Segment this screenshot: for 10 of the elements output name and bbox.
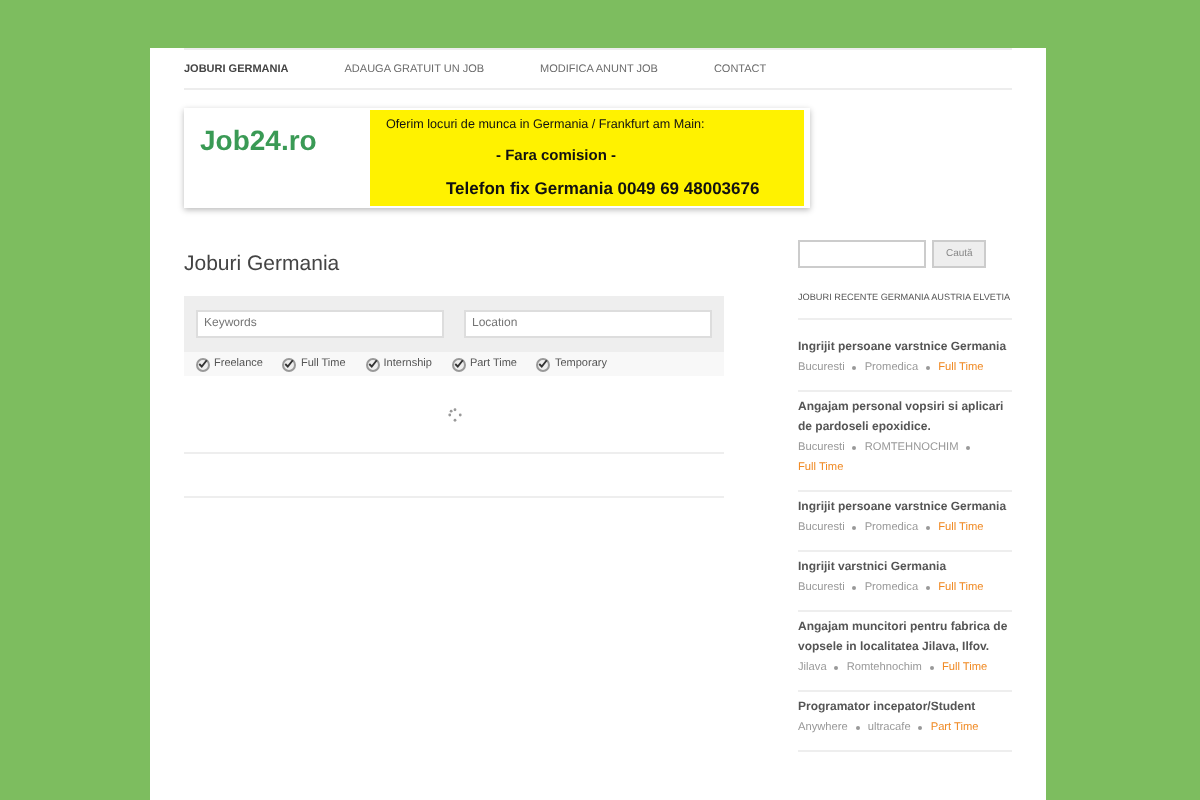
- search-field[interactable]: [798, 240, 926, 268]
- checkbox[interactable]: [536, 357, 551, 371]
- checkbox[interactable]: [365, 357, 380, 371]
- checkbox[interactable]: [196, 357, 210, 371]
- page-title: Joburi Germania: [184, 252, 342, 276]
- site-logo[interactable]: Job24.ro: [200, 124, 370, 156]
- loading-spinner-icon: [447, 407, 461, 421]
- checkbox[interactable]: [282, 357, 297, 371]
- advert-text: Telefon fix Germania 0049 69 48003676: [444, 178, 762, 199]
- checkbox[interactable]: [451, 357, 466, 371]
